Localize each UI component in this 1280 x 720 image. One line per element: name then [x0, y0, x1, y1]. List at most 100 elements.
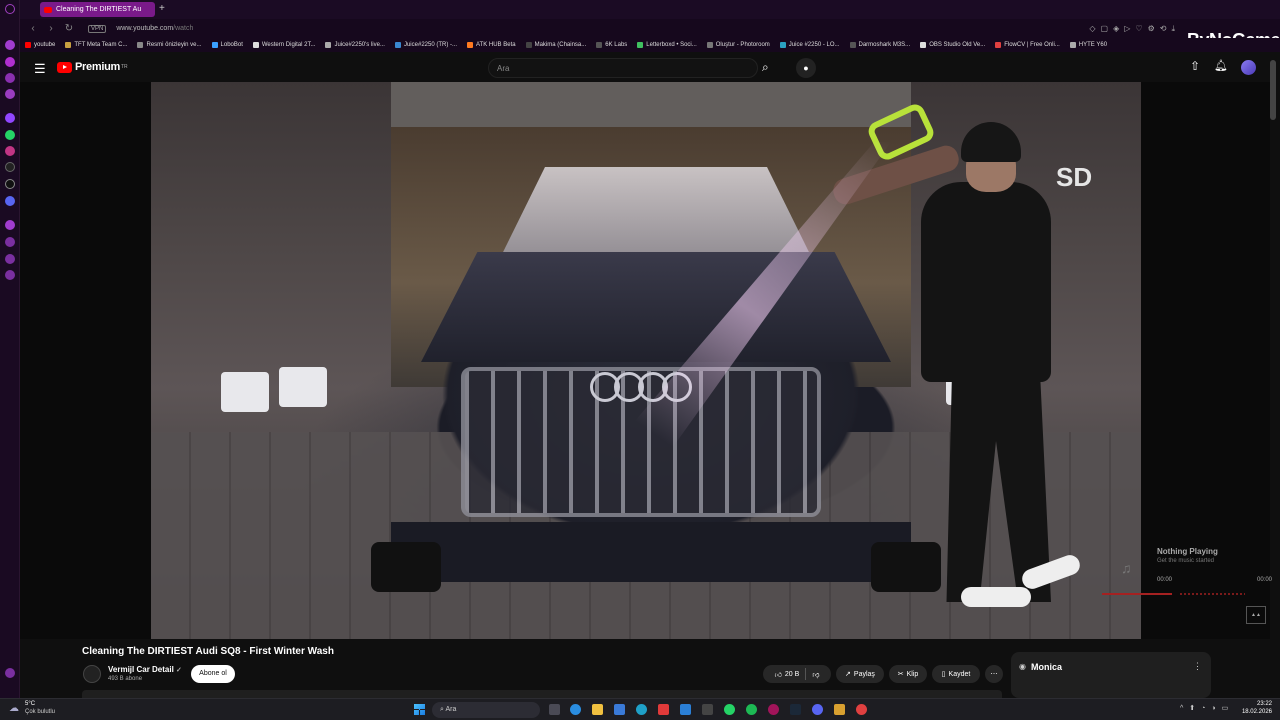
sidebar-app-icon[interactable]	[5, 237, 15, 247]
whatsapp-icon[interactable]	[724, 704, 735, 715]
url-field[interactable]: www.youtube.com/watch	[116, 25, 193, 32]
task-view-icon[interactable]	[549, 704, 560, 715]
spotify-icon[interactable]	[746, 704, 757, 715]
sidebar-app-icon[interactable]	[5, 89, 15, 99]
bookmark-item[interactable]: OBS Studio Old Ve...	[920, 42, 985, 48]
clock-time[interactable]: 23:22	[1242, 701, 1272, 707]
file-explorer-icon[interactable]	[592, 704, 603, 715]
instagram-icon[interactable]	[5, 146, 15, 156]
description-box[interactable]	[82, 690, 1002, 698]
more-options-button[interactable]: ⋯	[985, 665, 1003, 683]
video-player[interactable]: SD Nothing Playing Get the music started…	[20, 82, 1272, 639]
music-note-icon: ♫	[1121, 560, 1132, 576]
edge-icon[interactable]	[636, 704, 647, 715]
sidebar-app-icon[interactable]	[5, 57, 15, 67]
search-icon[interactable]: ⌕	[762, 60, 769, 75]
search-input[interactable]: Ara	[488, 58, 758, 78]
monica-panel[interactable]: ◉ Monica ⋮	[1011, 652, 1211, 698]
bookmark-label: FlowCV | Free Onli...	[1004, 42, 1060, 48]
bell-icon[interactable]: 🔔︎	[1214, 59, 1228, 72]
bookmark-item[interactable]: Juice #2250 - LO...	[779, 42, 840, 48]
like-count[interactable]: 20 B	[785, 671, 799, 678]
weather-desc[interactable]: Çok bulutlu	[25, 709, 55, 715]
bookmark-favicon-icon	[706, 42, 713, 48]
channel-watermark-icon[interactable]: ▲▲	[1246, 606, 1266, 624]
bookmark-item[interactable]: ATK HUB Beta	[467, 42, 516, 48]
whatsapp-icon[interactable]	[5, 130, 15, 140]
youtube-logo[interactable]: Premium TR	[57, 61, 128, 73]
weather-temp[interactable]: 5°C	[25, 701, 35, 707]
bookmark-item[interactable]: Letterboxd • Soci...	[637, 42, 697, 48]
bookmark-item[interactable]: HYTE Y60	[1069, 42, 1108, 48]
like-icon[interactable]: 👍︎	[775, 670, 782, 679]
twitch-icon[interactable]	[5, 113, 15, 123]
youtube-header: ☰ Premium TR Ara ⌕ ● ⇧ 🔔︎	[20, 52, 1280, 82]
bookmark-item[interactable]: 6K Labs	[596, 42, 627, 48]
save-button[interactable]: ▯ Kaydet	[932, 665, 980, 683]
bookmark-item[interactable]: TFT Meta Team C...	[65, 42, 127, 48]
windows-start-icon[interactable]	[414, 704, 425, 715]
sidebar-app-icon[interactable]	[5, 73, 15, 83]
bookmark-item[interactable]: Resmi önizleyin ve...	[137, 42, 202, 48]
app-icon[interactable]	[680, 704, 691, 715]
app-icon[interactable]	[856, 704, 867, 715]
cloud-icon[interactable]: ☁	[9, 703, 19, 714]
discord-icon[interactable]	[812, 704, 823, 715]
reload-icon[interactable]: ↻	[64, 23, 74, 34]
upload-icon[interactable]: ⇧	[1190, 59, 1200, 73]
monica-menu-icon[interactable]: ⋮	[1193, 661, 1202, 672]
menu-icon[interactable]: ☰	[34, 61, 46, 77]
bookmark-item[interactable]: Western Digital 2T...	[252, 42, 315, 48]
bookmark-item[interactable]: youtube	[25, 42, 55, 48]
app-icon[interactable]	[834, 704, 845, 715]
music-progress-bar[interactable]	[1102, 593, 1172, 595]
forward-icon[interactable]: ›	[46, 23, 56, 34]
avatar[interactable]	[1241, 60, 1256, 75]
person-washing	[830, 122, 1083, 622]
system-tray-icons[interactable]: ^⬆◔◑▭	[1180, 704, 1234, 712]
share-button[interactable]: ↗ Paylaş	[836, 665, 884, 683]
steam-icon[interactable]	[790, 704, 801, 715]
browser-toolbar-icons[interactable]: ◇▢◈▷♡⚙⟲⤓	[1089, 24, 1180, 34]
music-subtitle: Get the music started	[1157, 558, 1215, 564]
new-tab-button[interactable]: +	[159, 3, 165, 14]
taskbar-search[interactable]: ⌕ Ara	[432, 702, 540, 718]
bookmark-item[interactable]: Makima (Chainsa...	[525, 42, 586, 48]
discord-icon[interactable]	[5, 196, 15, 206]
bookmark-item[interactable]: LoboBot	[211, 42, 243, 48]
channel-avatar[interactable]	[83, 665, 101, 683]
verified-icon: ✓	[176, 667, 182, 674]
sidebar-app-icon[interactable]	[5, 220, 15, 230]
sidebar-app-icon[interactable]	[5, 40, 15, 50]
video-frame[interactable]: SD	[151, 82, 1141, 639]
bookmark-item[interactable]: FlowCV | Free Onli...	[995, 42, 1060, 48]
app-icon[interactable]	[658, 704, 669, 715]
channel-name[interactable]: Vermijl Car Detail ✓	[108, 665, 182, 674]
dislike-icon[interactable]: 👎︎	[812, 670, 819, 679]
app-icon[interactable]	[702, 704, 713, 715]
tab-title: Cleaning The DIRTIEST Au	[56, 6, 142, 13]
clip-button[interactable]: ✂ Klip	[889, 665, 927, 683]
sidebar-app-icon[interactable]	[5, 254, 15, 264]
mic-icon[interactable]: ●	[796, 58, 816, 78]
bookmark-item[interactable]: Oluştur - Photoroom	[706, 42, 770, 48]
subscribe-button[interactable]: Abone ol	[191, 665, 235, 683]
sidebar-app-icon[interactable]	[5, 270, 15, 280]
bookmark-label: HYTE Y60	[1078, 42, 1108, 48]
bookmark-label: Darmoshark M3S...	[858, 42, 911, 48]
opera-logo-icon[interactable]	[5, 4, 15, 14]
x-icon[interactable]	[5, 179, 15, 189]
bookmark-item[interactable]: Juice#2250 (TR) -...	[394, 42, 457, 48]
bookmark-item[interactable]: Juice#2250's live...	[325, 42, 385, 48]
bookmark-item[interactable]: Darmoshark M3S...	[849, 42, 911, 48]
copilot-icon[interactable]	[570, 704, 581, 715]
tab-active[interactable]: Cleaning The DIRTIEST Au	[40, 2, 155, 17]
sidebar-settings-icon[interactable]	[5, 668, 15, 678]
tiktok-icon[interactable]	[5, 162, 15, 172]
opera-icon[interactable]	[768, 704, 779, 715]
back-icon[interactable]: ‹	[28, 23, 38, 34]
store-icon[interactable]	[614, 704, 625, 715]
page-scrollbar[interactable]	[1270, 60, 1276, 120]
vpn-badge[interactable]: VPN	[88, 24, 107, 33]
clock-date[interactable]: 18.02.2026	[1238, 709, 1272, 715]
